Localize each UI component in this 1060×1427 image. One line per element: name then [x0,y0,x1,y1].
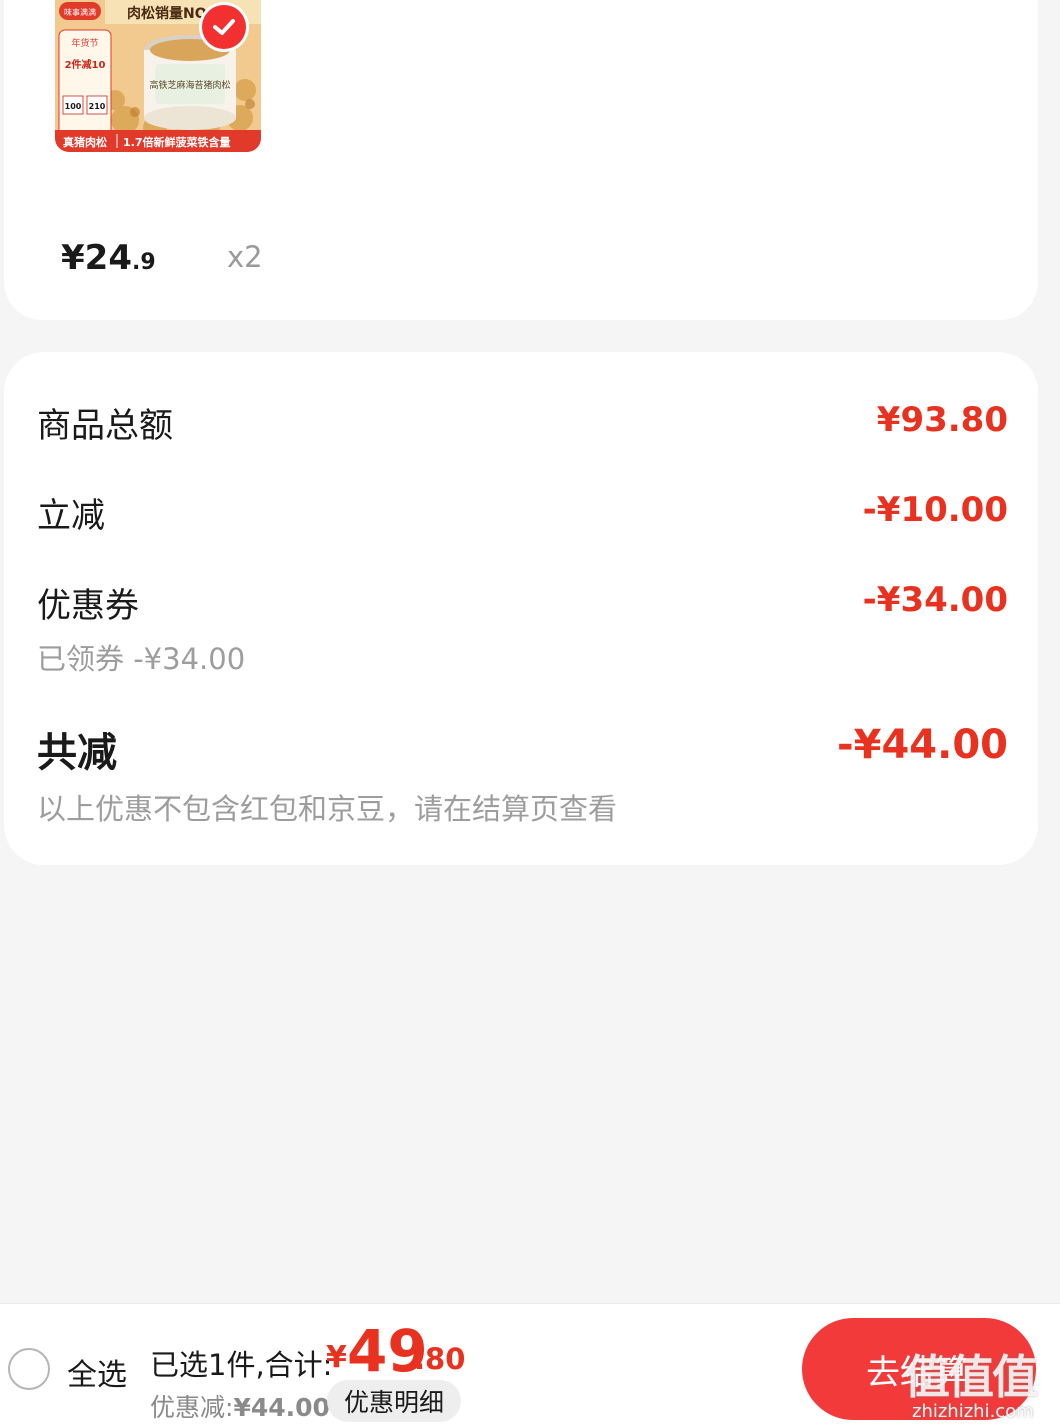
discount-value: ¥44.00 [233,1393,330,1422]
stat-1: 100 [65,102,82,111]
coupon-value: -¥34.00 [862,580,1008,620]
footer-left-text: 真猪肉松 [63,135,107,149]
total-off-value: -¥44.00 [837,722,1008,768]
total-amount-cents: .80 [414,1342,466,1376]
select-all-label[interactable]: 全选 [67,1350,127,1394]
cart-page: 高铁芝麻海苔猪肉松 肉松销量NO 味事满满 年货节 2件减10 100 210 … [0,0,1060,1427]
product-quantity[interactable]: x2 [227,240,263,274]
product-price: ¥24.9 [61,238,156,283]
selected-summary-text: 已选1件,合计: [150,1348,333,1382]
price-summary-card: 商品总额 ¥93.80 立减 -¥10.00 优惠券 -¥34.00 已领券 -… [4,352,1038,865]
can-label: 高铁芝麻海苔猪肉松 [149,79,230,90]
discount-label: 优惠减: [150,1393,234,1422]
price-integer: ¥24 [61,238,132,278]
currency-symbol: ¥ [326,1340,347,1375]
coupon-sub-text: 已领券 -¥34.00 [37,642,246,676]
brand-text: 味事满满 [64,7,96,17]
product-card: 高铁芝麻海苔猪肉松 肉松销量NO 味事满满 年货节 2件减10 100 210 … [4,0,1038,320]
goods-total-value: ¥93.80 [876,400,1008,440]
price-cents: .9 [131,250,156,275]
checkout-bar: 全选 已选1件,合计: ¥ 49 .80 优惠减:¥44.00 优惠明细 去结算 [0,1303,1060,1427]
goods-total-label: 商品总额 [37,406,173,446]
image-banner-text: 肉松销量NO [127,5,207,22]
checkout-button[interactable]: 去结算 [802,1318,1036,1420]
discount-detail-button[interactable]: 优惠明细 [327,1380,461,1422]
stat-2: 210 [89,102,106,111]
instant-off-value: -¥10.00 [862,490,1008,530]
selected-check-icon[interactable] [202,5,246,49]
coupon-label: 优惠券 [37,586,139,626]
footer-right-text: 1.7倍新鲜菠菜铁含量 [123,135,231,149]
promo-text: 2件减10 [65,58,106,71]
discount-note: 以上优惠不包含红包和京豆，请在结算页查看 [37,792,618,826]
discount-summary: 优惠减:¥44.00 [150,1388,330,1424]
total-off-label: 共减 [37,730,117,776]
instant-off-label: 立减 [37,496,105,536]
tag-text: 年货节 [71,37,98,49]
radio-unchecked-icon[interactable] [8,1348,50,1390]
